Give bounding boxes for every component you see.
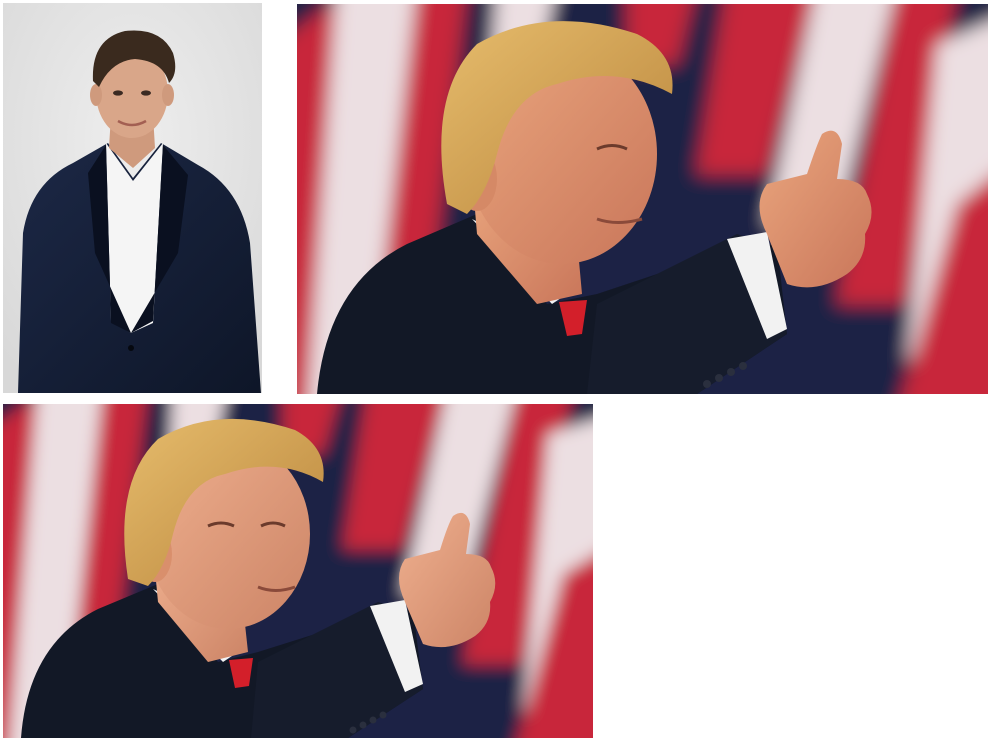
photo-thumbs-up-original (297, 4, 988, 394)
portrait-illustration (3, 3, 262, 393)
photo-portrait-dark-suit (3, 3, 262, 393)
photo-thumbs-up-altered (3, 404, 593, 738)
thumbs-up-altered-illustration (3, 404, 593, 738)
empty-grid-cell (596, 404, 990, 740)
thumbs-up-illustration (297, 4, 988, 394)
